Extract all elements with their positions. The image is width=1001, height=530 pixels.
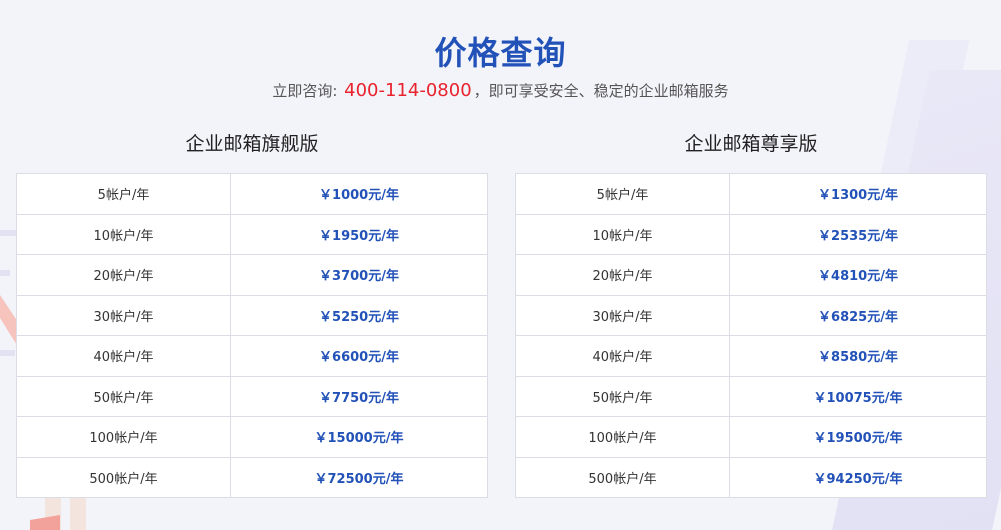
price-cell: ￥10075元/年 xyxy=(729,375,987,417)
accounts-cell: 30帐户/年 xyxy=(515,294,730,336)
price-cell: ￥6600元/年 xyxy=(230,335,488,376)
table-row: 20帐户/年 ￥3700元/年 xyxy=(16,254,488,295)
accounts-cell: 10帐户/年 xyxy=(515,213,730,255)
price-cell: ￥1950元/年 xyxy=(230,213,488,255)
price-cell: ￥7750元/年 xyxy=(230,375,488,417)
table-row: 500帐户/年 ￥72500元/年 xyxy=(16,456,488,498)
table-row: 10帐户/年 ￥1950元/年 xyxy=(16,213,488,255)
table-row: 100帐户/年 ￥15000元/年 xyxy=(16,416,488,457)
accounts-cell: 20帐户/年 xyxy=(16,254,231,295)
table-row: 10帐户/年 ￥2535元/年 xyxy=(515,213,987,255)
subtitle-prefix: 立即咨询: xyxy=(272,82,343,100)
price-cell: ￥2535元/年 xyxy=(729,213,987,255)
plan-name: 企业邮箱旗舰版 xyxy=(185,133,319,155)
page-subtitle: 立即咨询: 400-114-0800 ，即可享受安全、稳定的企业邮箱服务 xyxy=(0,80,1001,101)
table-row: 50帐户/年 ￥7750元/年 xyxy=(16,375,488,417)
accounts-cell: 5帐户/年 xyxy=(97,188,150,204)
table-row: 5帐户/年 ￥1300元/年 xyxy=(516,173,987,214)
price-cell: ￥15000元/年 xyxy=(230,416,488,457)
table-row: 5帐户/年 ￥1000元/年 xyxy=(17,173,488,214)
page-title: 价格查询 xyxy=(434,34,567,72)
accounts-cell: 30帐户/年 xyxy=(16,294,231,336)
price-cell: ￥8580元/年 xyxy=(729,335,987,376)
accounts-cell: 10帐户/年 xyxy=(16,213,231,255)
price-cell: ￥1300元/年 xyxy=(729,173,987,214)
table-row: 500帐户/年 ￥94250元/年 xyxy=(515,456,987,498)
price-cell: ￥5250元/年 xyxy=(230,294,488,336)
accounts-cell: 500帐户/年 xyxy=(16,456,231,498)
subtitle-suffix: ，即可享受安全、稳定的企业邮箱服务 xyxy=(473,82,729,100)
price-cell: ￥1000元/年 xyxy=(230,173,488,214)
accounts-cell: 5帐户/年 xyxy=(596,188,649,204)
price-cell: ￥6825元/年 xyxy=(729,294,987,336)
price-cell: ￥3700元/年 xyxy=(230,254,488,295)
table-row: 100帐户/年 ￥19500元/年 xyxy=(515,416,987,457)
plan-name: 企业邮箱尊享版 xyxy=(684,133,818,155)
price-cell: ￥19500元/年 xyxy=(729,416,987,457)
accounts-cell: 500帐户/年 xyxy=(515,456,730,498)
accounts-cell: 50帐户/年 xyxy=(16,375,231,417)
price-table: 5帐户/年 ￥1000元/年 10帐户/年 ￥1950元/年 20帐户/年 ￥3… xyxy=(16,173,488,498)
price-cell: ￥4810元/年 xyxy=(729,254,987,295)
table-row: 40帐户/年 ￥8580元/年 xyxy=(515,335,987,376)
phone-number[interactable]: 400-114-0800 xyxy=(344,80,472,101)
accounts-cell: 100帐户/年 xyxy=(515,416,730,457)
accounts-cell: 20帐户/年 xyxy=(515,254,730,295)
price-cell: ￥72500元/年 xyxy=(230,456,488,498)
table-row: 30帐户/年 ￥5250元/年 xyxy=(16,294,488,336)
table-row: 40帐户/年 ￥6600元/年 xyxy=(16,335,488,376)
accounts-cell: 50帐户/年 xyxy=(515,375,730,417)
price-cell: ￥94250元/年 xyxy=(729,456,987,498)
price-table: 5帐户/年 ￥1300元/年 10帐户/年 ￥2535元/年 20帐户/年 ￥4… xyxy=(515,173,987,498)
plan-flagship: 企业邮箱旗舰版 5帐户/年 ￥1000元/年 10帐户/年 ￥1950元/年 2… xyxy=(16,128,488,498)
table-row: 50帐户/年 ￥10075元/年 xyxy=(515,375,987,417)
table-row: 20帐户/年 ￥4810元/年 xyxy=(515,254,987,295)
accounts-cell: 40帐户/年 xyxy=(515,335,730,376)
table-row: 30帐户/年 ￥6825元/年 xyxy=(515,294,987,336)
accounts-cell: 100帐户/年 xyxy=(16,416,231,457)
plan-premium: 企业邮箱尊享版 5帐户/年 ￥1300元/年 10帐户/年 ￥2535元/年 2… xyxy=(515,128,987,498)
accounts-cell: 40帐户/年 xyxy=(16,335,231,376)
